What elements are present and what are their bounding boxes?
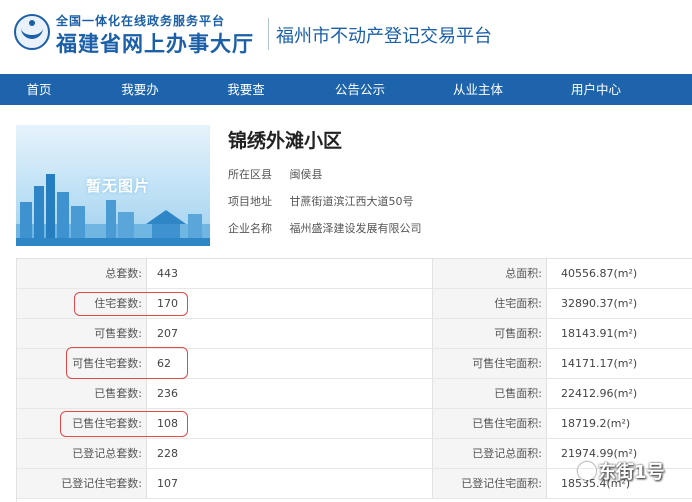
stat-label: 已售套数: bbox=[17, 379, 147, 408]
nav-item-user-center[interactable]: 用户中心 bbox=[568, 74, 624, 105]
nav-item-apply[interactable]: 我要办 bbox=[118, 74, 162, 105]
stat-label: 已登记住宅面积: bbox=[433, 469, 547, 498]
highlight-box-available-residential bbox=[66, 347, 188, 379]
stat-label: 已登记总套数: bbox=[17, 439, 147, 468]
stat-value: 22412.96(m²) bbox=[561, 387, 638, 400]
stat-label: 总套数: bbox=[17, 259, 147, 288]
stat-value: 18143.91(m²) bbox=[561, 327, 638, 340]
watermark-text: 东街1号 bbox=[598, 462, 665, 483]
address-value: 甘蔗街道滨江西大道50号 bbox=[289, 195, 414, 208]
company-value: 福州盛泽建设发展有限公司 bbox=[289, 222, 422, 235]
stat-label: 可售套数: bbox=[17, 319, 147, 348]
stat-value: 228 bbox=[147, 439, 433, 468]
stat-value: 14171.17(m²) bbox=[561, 357, 638, 370]
district-value: 闽侯县 bbox=[289, 168, 323, 181]
stat-value: 18719.2(m²) bbox=[561, 417, 631, 430]
main-nav: 首页 我要办 我要查 公告公示 从业主体 用户中心 bbox=[0, 74, 692, 105]
address-row: 项目地址 甘蔗街道滨江西大道50号 bbox=[228, 193, 414, 209]
stat-value: 236 bbox=[147, 379, 433, 408]
highlight-box-residential-units bbox=[74, 292, 188, 316]
stat-value: 443 bbox=[147, 259, 433, 288]
address-label: 项目地址 bbox=[228, 195, 272, 208]
government-logo-icon[interactable] bbox=[14, 14, 50, 50]
nav-item-announcements[interactable]: 公告公示 bbox=[332, 74, 388, 105]
stat-label: 住宅面积: bbox=[433, 289, 547, 318]
stat-label: 已登记总面积: bbox=[433, 439, 547, 468]
stat-value: 170 bbox=[147, 289, 433, 318]
table-row: 已售套数: 236 已售面积: 22412.96(m²) bbox=[17, 379, 692, 409]
stat-label: 可售面积: bbox=[433, 319, 547, 348]
nav-item-home[interactable]: 首页 bbox=[22, 74, 56, 105]
platform-title: 福州市不动产登记交易平台 bbox=[276, 26, 492, 47]
company-row: 企业名称 福州盛泽建设发展有限公司 bbox=[228, 220, 422, 236]
nav-item-query[interactable]: 我要查 bbox=[224, 74, 268, 105]
stat-label: 总面积: bbox=[433, 259, 547, 288]
project-image-placeholder: 暂无图片 bbox=[16, 125, 210, 246]
table-row: 可售套数: 207 可售面积: 18143.91(m²) bbox=[17, 319, 692, 349]
nav-item-practitioners[interactable]: 从业主体 bbox=[450, 74, 506, 105]
highlight-box-sold-residential bbox=[60, 411, 188, 437]
company-label: 企业名称 bbox=[228, 222, 272, 235]
project-name: 锦绣外滩小区 bbox=[228, 130, 343, 152]
stat-label: 已登记住宅套数: bbox=[17, 469, 147, 498]
stat-value: 108 bbox=[147, 409, 433, 438]
brand-title[interactable]: 福建省网上办事大厅 bbox=[56, 28, 254, 58]
stat-value: 107 bbox=[147, 469, 433, 498]
stat-value: 207 bbox=[147, 319, 433, 348]
header-divider bbox=[268, 18, 269, 50]
watermark-logo-icon bbox=[578, 462, 596, 480]
district-label: 所在区县 bbox=[228, 168, 272, 181]
stat-label: 已售住宅面积: bbox=[433, 409, 547, 438]
district-row: 所在区县 闽侯县 bbox=[228, 166, 323, 182]
no-image-text: 暂无图片 bbox=[86, 177, 151, 195]
brand-subtitle: 全国一体化在线政务服务平台 bbox=[56, 14, 226, 28]
table-row: 总套数: 443 总面积: 40556.87(m²) bbox=[17, 259, 692, 289]
stat-value: 62 bbox=[147, 349, 433, 378]
stat-label: 已售面积: bbox=[433, 379, 547, 408]
stat-value: 32890.37(m²) bbox=[561, 297, 638, 310]
stat-value: 40556.87(m²) bbox=[561, 267, 638, 280]
stat-label: 可售住宅面积: bbox=[433, 349, 547, 378]
site-header: 全国一体化在线政务服务平台 福建省网上办事大厅 福州市不动产登记交易平台 bbox=[0, 0, 692, 74]
